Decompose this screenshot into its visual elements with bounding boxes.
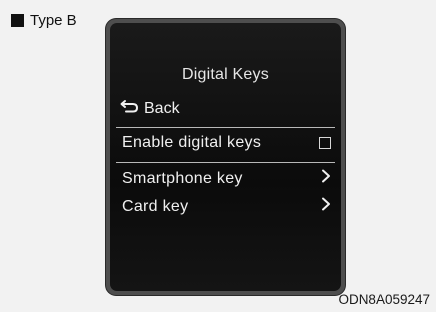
square-icon <box>11 14 24 27</box>
screen-title: Digital Keys <box>182 66 269 83</box>
divider <box>116 162 335 163</box>
chevron-right-icon <box>321 197 331 216</box>
checkbox-icon[interactable] <box>319 137 331 149</box>
chevron-right-icon <box>321 169 331 188</box>
menu-item-label: Card key <box>122 197 189 215</box>
display-screen: Digital Keys Back Enable digital keys Sm… <box>110 23 341 291</box>
display-frame: Digital Keys Back Enable digital keys Sm… <box>106 19 345 295</box>
divider <box>116 127 335 128</box>
back-label: Back <box>144 99 180 117</box>
menu-item-card-key[interactable]: Card key <box>122 197 331 216</box>
menu-item-label: Smartphone key <box>122 169 243 187</box>
back-button[interactable]: Back <box>120 98 180 119</box>
type-label-text: Type B <box>30 12 77 29</box>
menu-item-label: Enable digital keys <box>122 134 262 151</box>
menu-item-enable-digital-keys[interactable]: Enable digital keys <box>122 134 331 152</box>
type-label: Type B <box>11 12 77 29</box>
menu-item-smartphone-key[interactable]: Smartphone key <box>122 169 331 188</box>
image-code-caption: ODN8A059247 <box>338 292 430 307</box>
back-arrow-icon <box>120 98 142 119</box>
